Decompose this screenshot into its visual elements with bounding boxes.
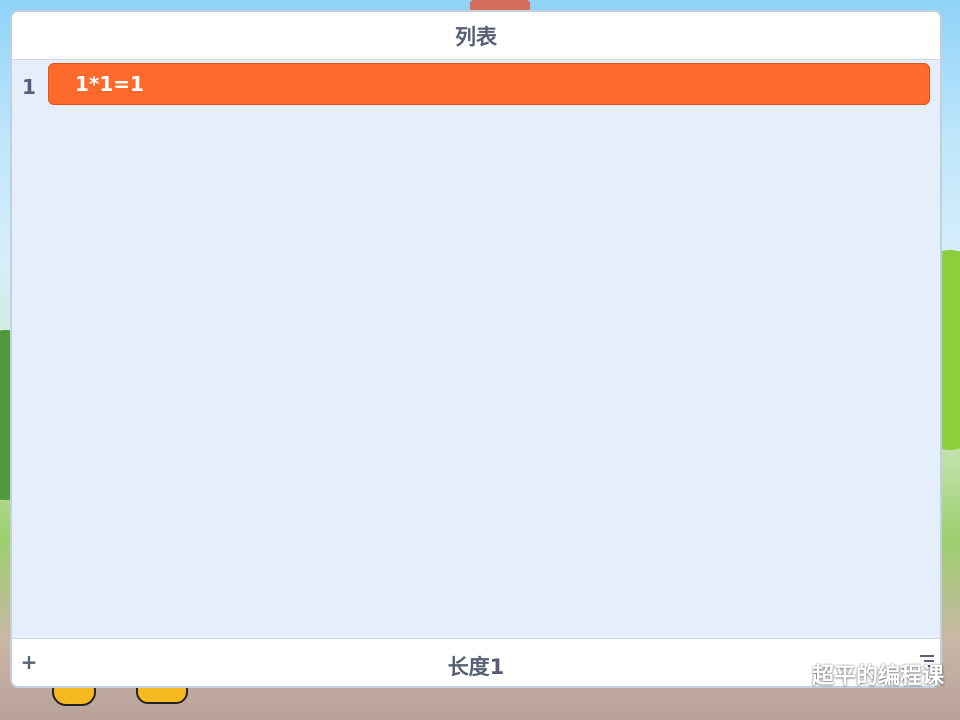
list-item-value[interactable]: 1*1=1	[48, 63, 930, 105]
list-title: 列表	[12, 12, 940, 60]
list-item-index: 1	[22, 75, 36, 99]
list-item: 1 1*1=1	[12, 61, 940, 107]
list-monitor: 列表 1 1*1=1 + 长度1	[10, 10, 942, 688]
watermark: 超平的编程课	[773, 658, 944, 690]
wechat-icon	[773, 663, 803, 685]
watermark-text: 超平的编程课	[811, 664, 944, 689]
list-rows: 1 1*1=1	[12, 61, 940, 107]
